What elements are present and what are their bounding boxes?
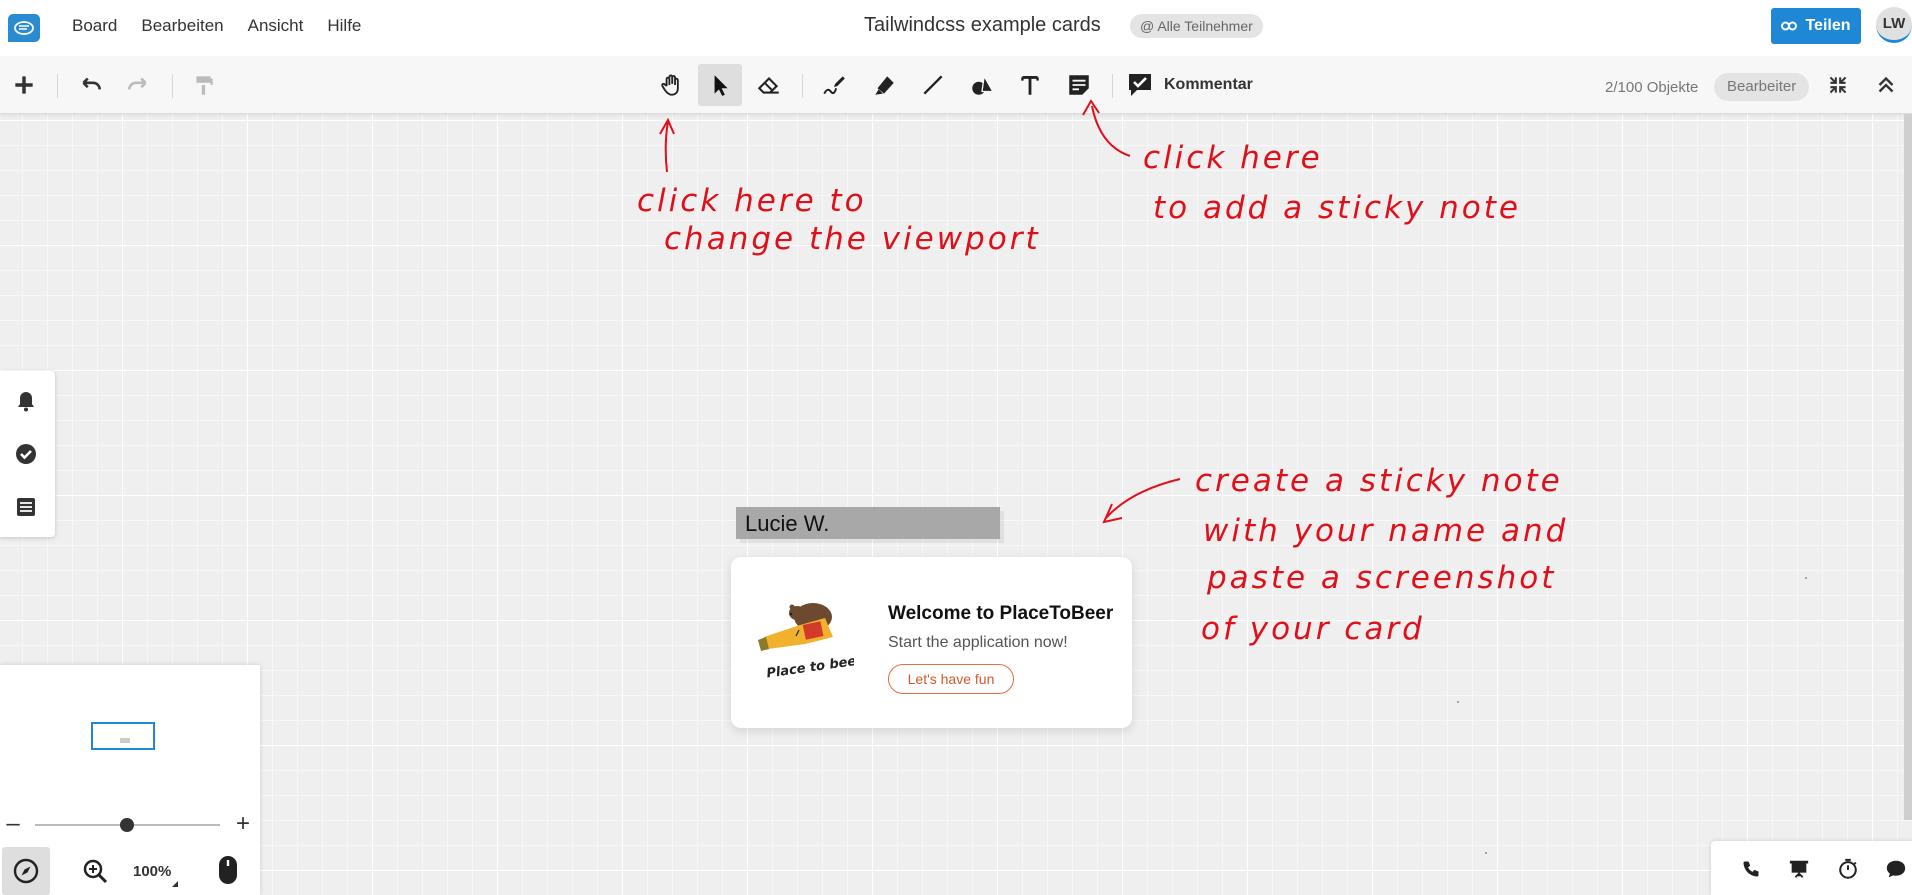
annotation-viewport-1: click here to: [637, 183, 867, 219]
annotation-sticky-1: click here: [1143, 140, 1323, 176]
sticky-arrow: [1082, 99, 1131, 157]
annotation-create-1: create a sticky note: [1195, 463, 1563, 499]
annotation-arrows: [659, 99, 1181, 524]
canvas-dot: [1485, 852, 1487, 854]
phone-icon[interactable]: [1739, 857, 1763, 881]
viewport-arrow: [659, 117, 675, 173]
annotation-create-3: paste a screenshot: [1207, 560, 1557, 596]
canvas-dot: [1457, 701, 1459, 703]
annotation-sticky-2: to add a sticky note: [1153, 190, 1521, 226]
annotation-create-4: of your card: [1201, 611, 1425, 647]
vertical-scrollbar[interactable]: [1904, 114, 1912, 820]
annotation-viewport-2: change the viewport: [664, 221, 1041, 257]
bottom-right-panel: [1711, 841, 1912, 895]
annotation-create-2: with your name and: [1203, 513, 1569, 549]
create-arrow: [1102, 478, 1181, 524]
presentation-icon[interactable]: [1787, 857, 1811, 881]
chat-icon[interactable]: [1884, 857, 1908, 881]
canvas-dot: [1805, 577, 1807, 579]
timer-icon[interactable]: [1836, 857, 1860, 881]
